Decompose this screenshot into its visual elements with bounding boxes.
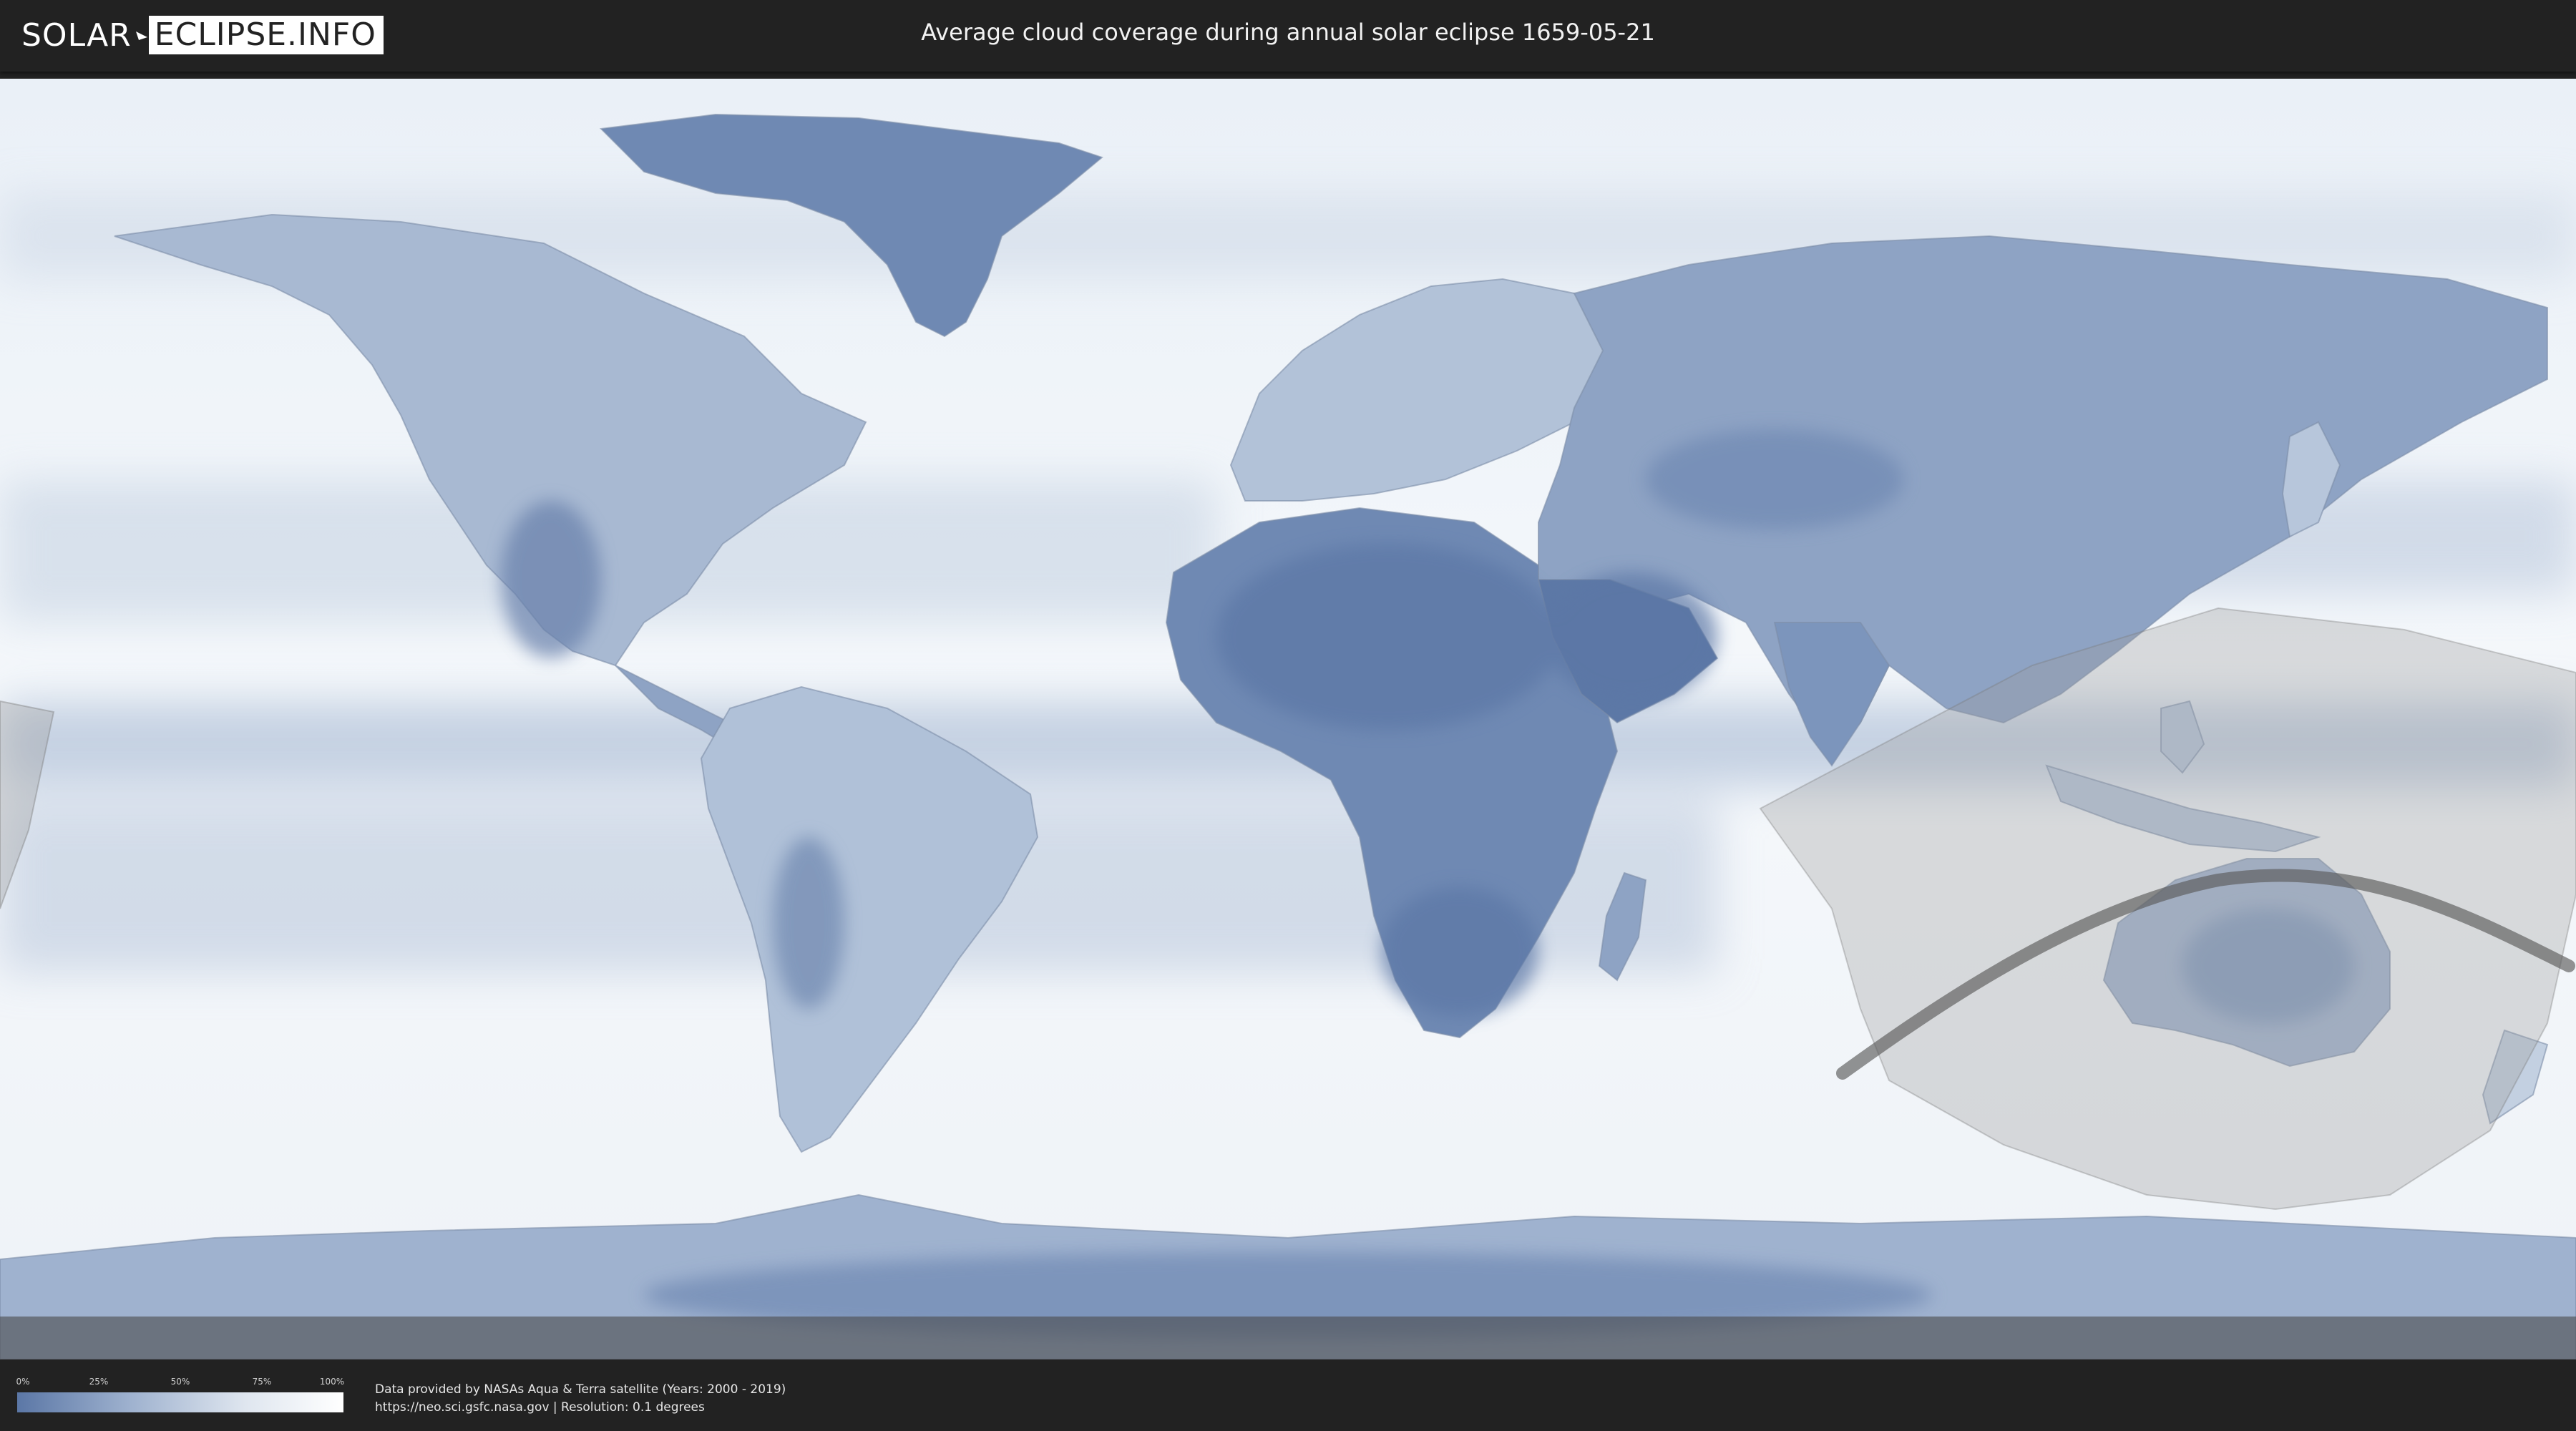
cloud-coverage-map[interactable] (0, 79, 2576, 1359)
legend-tick-100: 100% (319, 1377, 345, 1387)
page-title: Average cloud coverage during annual sol… (921, 19, 1655, 46)
map-bottom-edge (0, 1317, 2576, 1359)
legend-ticks: 0% 25% 50% 75% 100% (16, 1377, 345, 1390)
legend-gradient-bar (17, 1392, 343, 1412)
legend-tick-25: 25% (89, 1377, 109, 1387)
legend-tick-50: 50% (170, 1377, 190, 1387)
cloud-coverage-legend: 0% 25% 50% 75% 100% (16, 1377, 345, 1414)
header-bar: SOLAR ECLIPSE.INFO Average cloud coverag… (0, 0, 2576, 72)
footer-bar: 0% 25% 50% 75% 100% Data provided by NAS… (0, 1359, 2576, 1431)
legend-tick-75: 75% (252, 1377, 272, 1387)
credit-line-url[interactable]: https://neo.sci.gsfc.nasa.gov | Resoluti… (375, 1399, 786, 1417)
world-map-svg (0, 79, 2576, 1359)
credit-line-source: Data provided by NASAs Aqua & Terra sate… (375, 1382, 786, 1397)
legend-tick-0: 0% (16, 1377, 30, 1387)
data-credits: Data provided by NASAs Aqua & Terra sate… (375, 1381, 786, 1417)
